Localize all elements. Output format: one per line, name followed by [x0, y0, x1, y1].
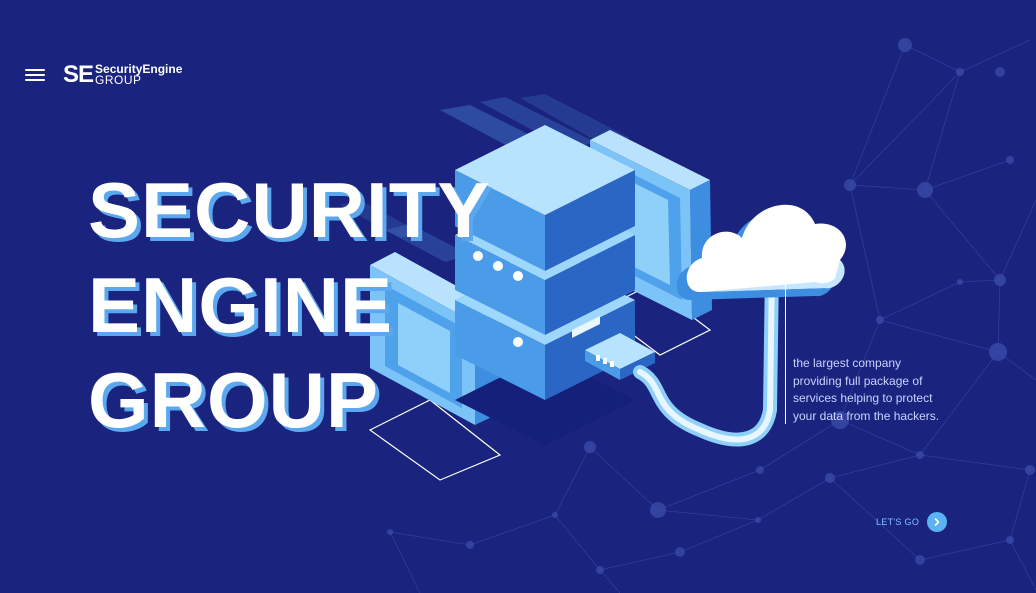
description-line: providing full package of	[793, 373, 923, 388]
chevron-right-icon	[934, 518, 940, 526]
logo-mark: SE	[63, 61, 94, 88]
lets-go-button[interactable]: LET'S GO	[876, 512, 948, 532]
menu-button[interactable]	[25, 69, 45, 81]
logo[interactable]: SE SecurityEngine GROUP	[63, 61, 182, 89]
hamburger-menu-icon	[25, 69, 45, 71]
logo-subname: GROUP	[95, 73, 142, 87]
hero-title-line-3: GROUP	[88, 356, 380, 444]
lets-go-label: LET'S GO	[876, 517, 920, 527]
company-description: the largest company providing full packa…	[793, 355, 968, 425]
description-divider	[785, 272, 786, 424]
description-line: your data from the hackers.	[793, 408, 940, 423]
description-line: services helping to protect	[793, 391, 933, 405]
hero-title: SECURITY ENGINE GROUP	[88, 163, 490, 448]
cta-arrow-circle[interactable]	[927, 512, 948, 532]
hero-title-line-1: SECURITY	[88, 166, 491, 254]
hero-title-line-2: ENGINE	[88, 261, 394, 349]
description-line: the largest company	[793, 356, 902, 370]
